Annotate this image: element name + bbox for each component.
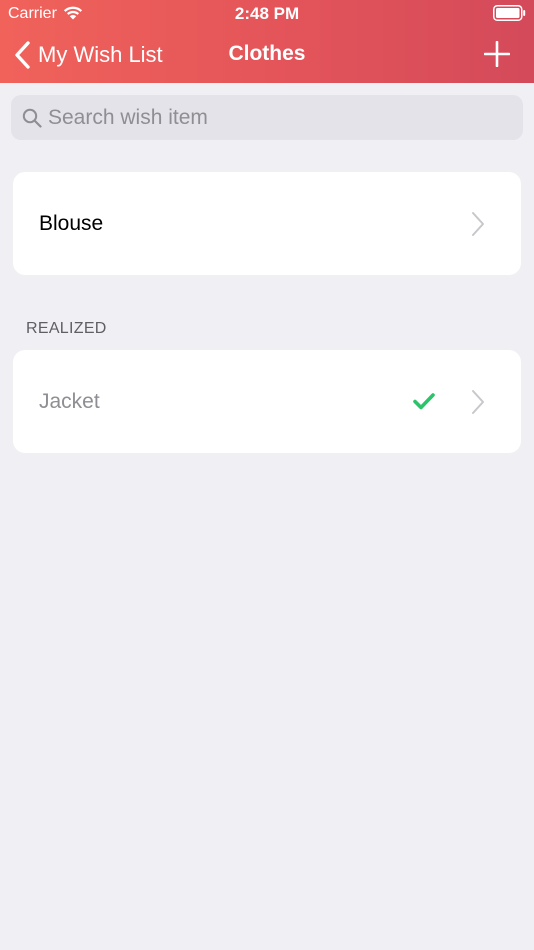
chevron-right-icon [472,212,484,236]
back-button[interactable]: My Wish List [14,40,163,70]
wish-item-label: Blouse [39,212,104,235]
battery-icon [493,5,526,21]
plus-icon[interactable] [484,41,510,67]
search-icon [22,108,42,128]
back-label: My Wish List [38,42,163,67]
status-time: 2:48 PM [234,4,300,23]
section-header-realized: REALIZED [26,320,107,337]
wish-item-row[interactable]: Blouse [13,172,521,275]
search-input[interactable] [48,95,508,140]
chevron-right-icon [472,390,484,414]
header: Carrier 2:48 PM My Wish List Clothes [0,0,534,83]
navigation-bar: My Wish List Clothes [0,28,534,83]
realized-item-row[interactable]: Jacket [13,350,521,453]
search-bar [11,95,523,140]
realized-item-label: Jacket [39,390,100,413]
status-bar: Carrier 2:48 PM [0,0,534,28]
chevron-left-icon [15,41,30,69]
checkmark-icon [413,393,435,410]
